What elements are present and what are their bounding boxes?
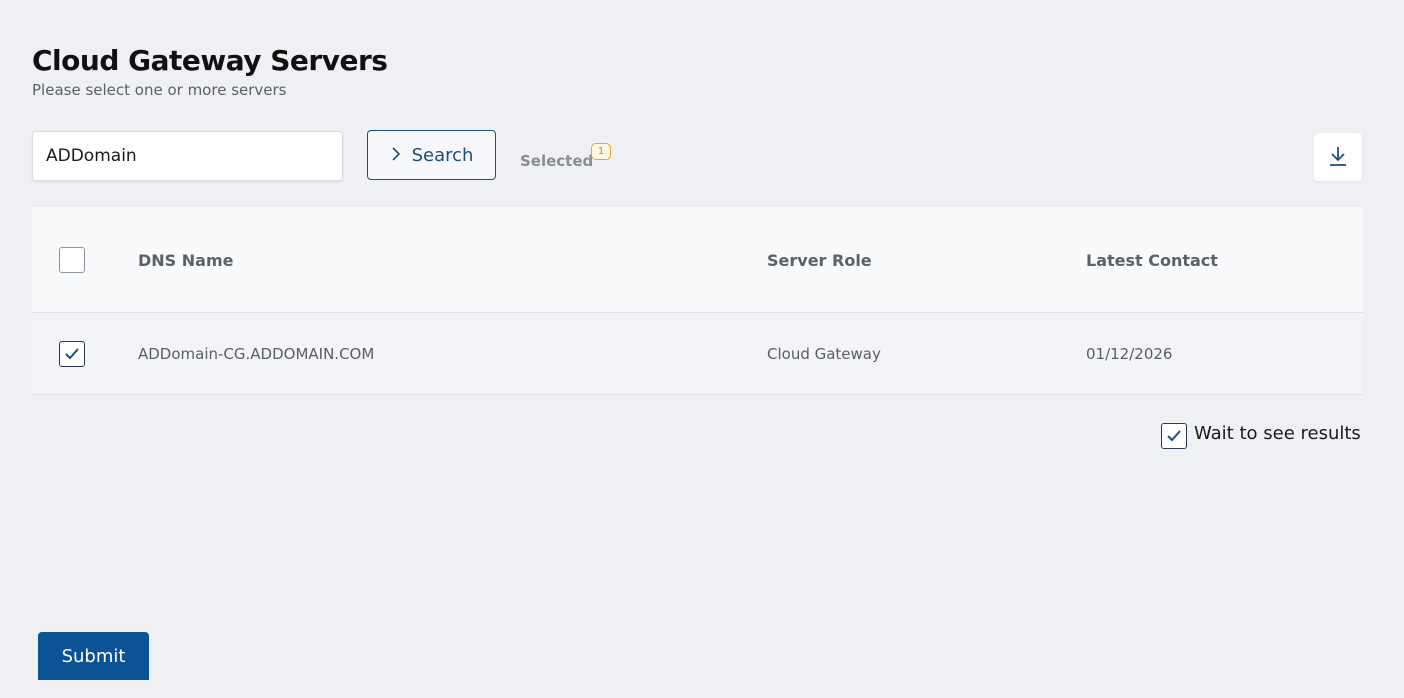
chevron-right-icon	[390, 145, 402, 166]
column-header-latest-contact[interactable]: Latest Contact	[1086, 251, 1218, 270]
servers-table: DNS Name Server Role Latest Contact ADDo…	[32, 207, 1363, 395]
download-button[interactable]	[1314, 133, 1362, 181]
row-checkbox[interactable]	[59, 341, 85, 367]
cell-dns-name: ADDomain-CG.ADDOMAIN.COM	[138, 345, 375, 363]
select-all-checkbox[interactable]	[59, 247, 85, 273]
table-row[interactable]: ADDomain-CG.ADDOMAIN.COM Cloud Gateway 0…	[32, 313, 1363, 395]
wait-results-label[interactable]: Wait to see results	[1194, 423, 1361, 444]
search-input[interactable]	[32, 131, 343, 181]
page-title: Cloud Gateway Servers	[32, 44, 388, 77]
cell-server-role: Cloud Gateway	[767, 345, 881, 363]
cell-latest-contact: 01/12/2026	[1086, 345, 1173, 363]
page-subtitle: Please select one or more servers	[32, 81, 287, 99]
wait-results-checkbox[interactable]	[1161, 423, 1187, 449]
download-icon	[1328, 145, 1348, 170]
search-button[interactable]: Search	[367, 130, 496, 180]
submit-button[interactable]: Submit	[38, 632, 149, 680]
page: Cloud Gateway Servers Please select one …	[0, 0, 1404, 698]
search-button-label: Search	[411, 144, 474, 166]
table-header: DNS Name Server Role Latest Contact	[32, 207, 1363, 313]
column-header-dns-name[interactable]: DNS Name	[138, 251, 233, 270]
selected-count-badge: 1	[591, 143, 611, 160]
column-header-server-role[interactable]: Server Role	[767, 251, 872, 270]
selected-label: Selected	[520, 152, 594, 170]
